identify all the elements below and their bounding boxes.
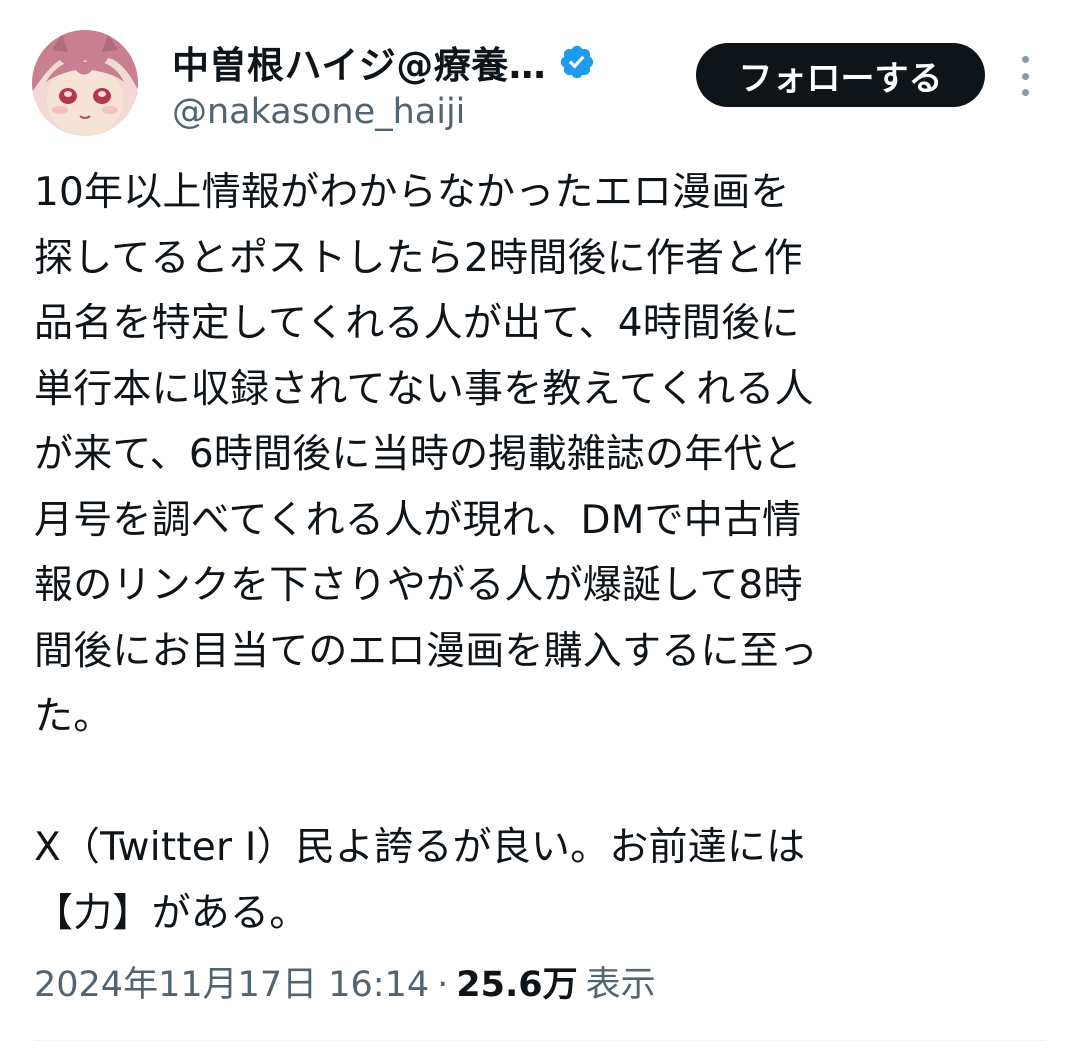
- display-name[interactable]: 中曽根ハイジ@療養…: [172, 35, 546, 89]
- more-vertical-icon[interactable]: [1010, 52, 1040, 100]
- divider: [34, 1040, 1046, 1041]
- tweet-text-line: 探してるとポストしたら2時間後に作者と作: [34, 235, 803, 281]
- tweet-text-line: た。: [34, 694, 113, 739]
- views-count: 25.6万: [456, 965, 578, 1005]
- anime-girl-avatar-icon: [32, 30, 138, 136]
- tweet-text-line: 報のリンクを下さりやがる人が爆誕して8時: [34, 563, 803, 608]
- follow-button[interactable]: フォローする: [696, 43, 985, 107]
- more-dot: [1021, 56, 1029, 63]
- tweet: 中曽根ハイジ@療養… @nakasone_haiji フォローする 10年以上情…: [0, 0, 1080, 1059]
- more-dot: [1021, 72, 1029, 80]
- display-name-row: 中曽根ハイジ@療養…: [172, 35, 596, 89]
- tweet-text-line: 間後にお目当てのエロ漫画を購入するに至っ: [34, 628, 819, 674]
- tweet-text-line: 10年以上情報がわからなかったエロ漫画を: [34, 170, 790, 215]
- author-names: 中曽根ハイジ@療養… @nakasone_haiji: [172, 38, 596, 132]
- avatar[interactable]: [32, 30, 138, 136]
- tweet-text-line: 【力】がある。: [34, 890, 309, 936]
- tweet-meta: 2024年11月17日 16:14 · 25.6万 表示: [34, 956, 656, 1007]
- tweet-text: 10年以上情報がわからなかったエロ漫画を 探してるとポストしたら2時間後に作者と…: [34, 160, 1044, 946]
- meta-separator: ·: [437, 965, 449, 1005]
- timestamp[interactable]: 2024年11月17日 16:14: [34, 956, 429, 1007]
- tweet-text-line: 品名を特定してくれる人が出て、4時間後に: [34, 301, 800, 346]
- tweet-text-line: 月号を調べてくれる人が現れ、DMで中古情: [34, 497, 802, 543]
- handle[interactable]: @nakasone_haiji: [172, 92, 596, 132]
- views-label: 表示: [585, 965, 656, 1005]
- tweet-text-line: X（Twitter I）民よ誇るが良い。お前達には: [34, 825, 806, 870]
- more-dot: [1021, 89, 1029, 96]
- tweet-text-line: が来て、6時間後に当時の掲載雑誌の年代と: [34, 432, 802, 477]
- tweet-text-line: 単行本に収録されてない事を教えてくれる人: [34, 366, 814, 412]
- verified-badge-icon: [561, 45, 594, 79]
- tweet-text-line: [34, 750, 1044, 816]
